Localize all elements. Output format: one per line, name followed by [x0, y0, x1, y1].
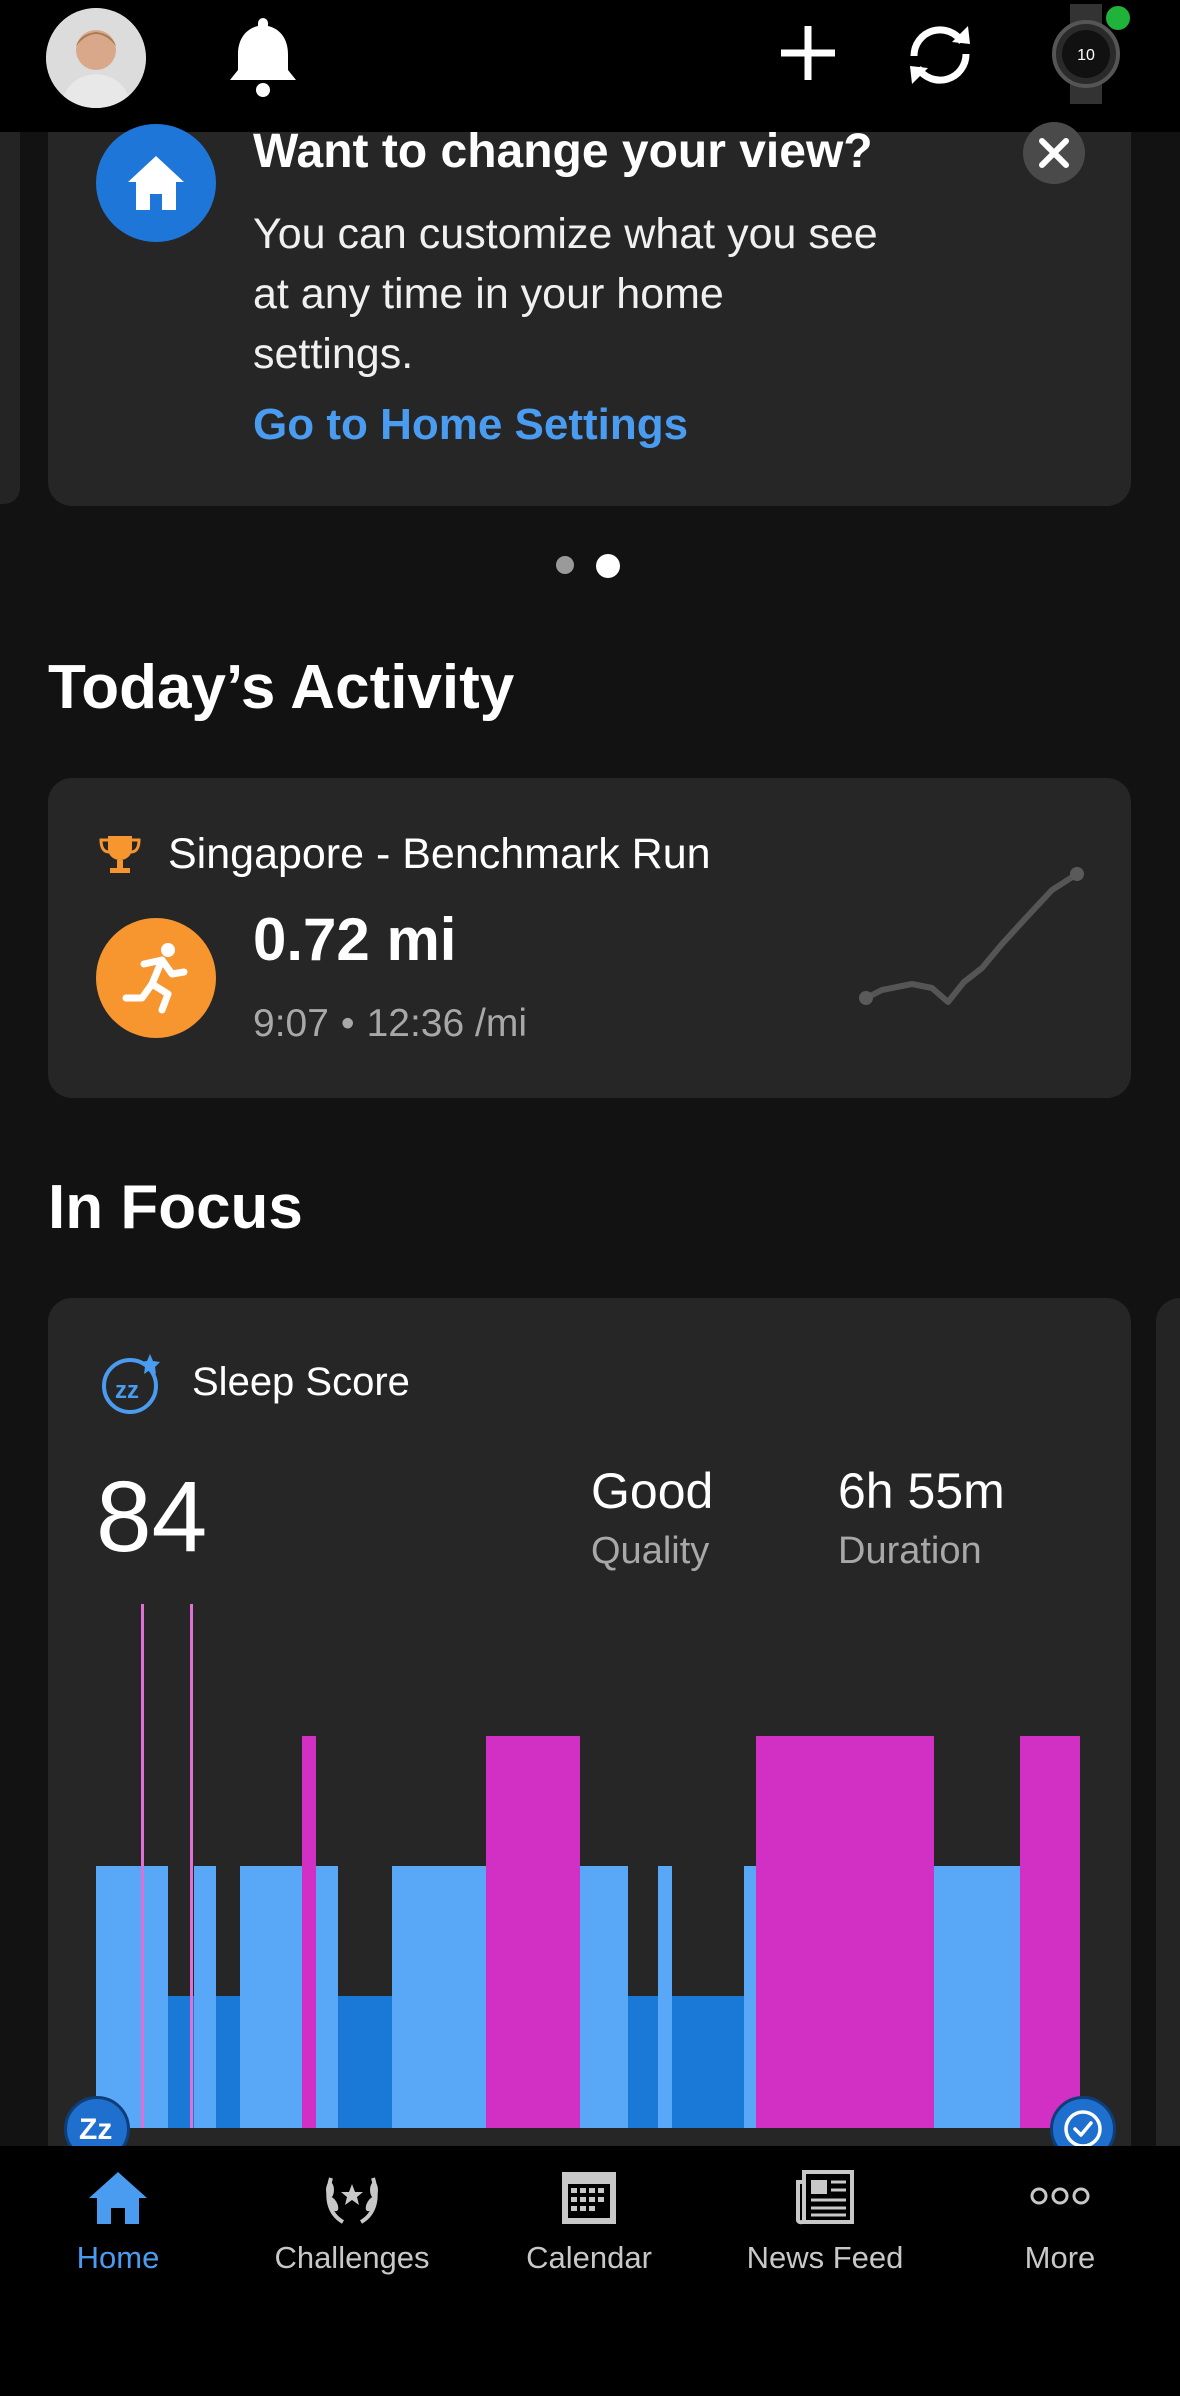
stage-light: [658, 1866, 672, 2128]
sleep-stages-chart[interactable]: [96, 1600, 1086, 2128]
nav-calendar[interactable]: Calendar: [489, 2170, 689, 2276]
nav-news-feed[interactable]: News Feed: [725, 2170, 925, 2276]
activity-name: Singapore - Benchmark Run: [168, 830, 711, 878]
duration-stat: 6h 55m Duration: [838, 1462, 1005, 1573]
page-dot-active[interactable]: [596, 554, 620, 578]
stage-deep: [628, 1996, 658, 2128]
stage-light: [316, 1866, 338, 2128]
stage-rem: [756, 1736, 934, 2128]
activity-time: 9:07: [253, 1002, 329, 1045]
stage-deep: [216, 1996, 240, 2128]
nav-more-label: More: [1024, 2240, 1096, 2275]
section-title-in-focus: In Focus: [48, 1173, 303, 1242]
nav-more[interactable]: More: [960, 2170, 1160, 2276]
promo-title: Want to change your view?: [253, 125, 873, 178]
activity-meta: 9:07 • 12:36 /mi: [253, 1002, 527, 1046]
running-icon: [96, 918, 216, 1038]
quality-value: Good: [591, 1463, 714, 1519]
route-map-thumbnail: [852, 860, 1092, 1010]
section-title-todays-activity: Today’s Activity: [48, 653, 515, 722]
quality-stat: Good Quality: [591, 1462, 713, 1573]
stage-light: [240, 1866, 302, 2128]
stage-light: [392, 1866, 486, 2128]
activity-distance: 0.72 mi: [253, 906, 457, 973]
trophy-icon: [98, 832, 142, 876]
stage-rem: [486, 1736, 580, 2128]
stage-rem: [302, 1736, 316, 2128]
nav-challenges[interactable]: Challenges: [252, 2170, 452, 2276]
stage-light: [934, 1866, 1020, 2128]
sync-icon[interactable]: [900, 20, 980, 90]
stage-light: [744, 1866, 756, 2128]
top-bar: 10: [0, 0, 1180, 132]
zz-label: Zz: [79, 2113, 113, 2146]
laurel-icon: [326, 2177, 378, 2224]
page-dot[interactable]: [556, 556, 574, 574]
stage-light: [580, 1866, 628, 2128]
stage-deep: [672, 1996, 744, 2128]
nav-calendar-label: Calendar: [526, 2240, 652, 2275]
calendar-icon: [562, 2172, 616, 2224]
sleep-score-title: Sleep Score: [192, 1360, 410, 1404]
activity-pace: 12:36 /mi: [366, 1002, 527, 1045]
close-icon[interactable]: [1023, 122, 1085, 184]
home-icon: [89, 2172, 147, 2224]
duration-label: Duration: [838, 1530, 982, 1572]
avatar[interactable]: [46, 8, 146, 108]
nav-home[interactable]: Home: [18, 2170, 218, 2276]
sleep-icon: zz: [100, 1352, 164, 1416]
quality-label: Quality: [591, 1530, 710, 1572]
stage-light: [96, 1866, 168, 2128]
more-icon: [1030, 2187, 1090, 2205]
stage-awake: [190, 1604, 193, 2128]
sleep-score-value: 84: [96, 1461, 208, 1573]
svg-text:zz: zz: [115, 1377, 139, 1404]
separator: •: [340, 1002, 355, 1045]
stage-light: [194, 1866, 216, 2128]
previous-card-edge[interactable]: [0, 132, 20, 504]
nav-news-feed-label: News Feed: [746, 2240, 904, 2275]
nav-home-label: Home: [76, 2240, 160, 2275]
stage-deep: [338, 1996, 392, 2128]
promo-body: You can customize what you see at any ti…: [253, 210, 878, 378]
plus-icon[interactable]: [777, 22, 839, 84]
stage-rem: [1020, 1736, 1080, 2128]
bell-icon[interactable]: [228, 14, 298, 98]
stage-awake: [141, 1604, 144, 2128]
go-to-home-settings-link[interactable]: Go to Home Settings: [253, 400, 688, 450]
newspaper-icon: [796, 2170, 854, 2225]
nav-challenges-label: Challenges: [274, 2240, 430, 2275]
duration-value: 6h 55m: [838, 1463, 1005, 1519]
svg-text:10: 10: [1077, 47, 1095, 64]
home-icon: [96, 124, 216, 242]
device-connected-indicator: [1106, 6, 1130, 30]
